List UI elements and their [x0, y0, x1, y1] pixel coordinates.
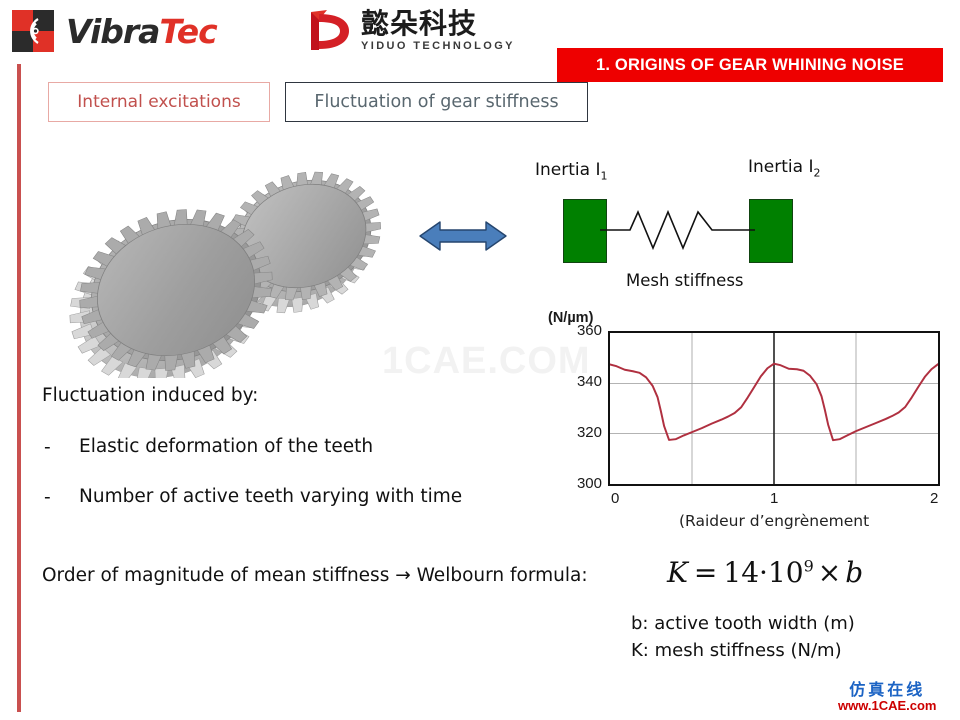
formula-coefficient: 14 — [723, 556, 760, 589]
slide-canvas: 1CAE.COM VibraTec 懿朵科技 YIDUO TECHNOLOGY … — [0, 0, 960, 720]
yiduo-chinese-name: 懿朵科技 — [361, 7, 478, 40]
formula-exponent: 9 — [803, 556, 814, 576]
mesh-stiffness-label: Mesh stiffness — [626, 271, 744, 290]
vibratec-word-tec: Tec — [159, 11, 217, 51]
crumb-fluctuation-label: Fluctuation of gear stiffness — [314, 92, 559, 112]
yiduo-text-block: 懿朵科技 YIDUO TECHNOLOGY — [361, 10, 515, 52]
crumb-internal-label: Internal excitations — [77, 92, 241, 112]
yiduo-logo: 懿朵科技 YIDUO TECHNOLOGY — [305, 8, 515, 54]
vibratec-logo: VibraTec — [12, 10, 218, 52]
crumb-fluctuation-of-gear-stiffness[interactable]: Fluctuation of gear stiffness — [285, 82, 588, 122]
formula-dot: · — [759, 556, 768, 589]
chart-y-axis: 360 340 320 300 — [552, 0, 602, 492]
section-title-banner: 1. ORIGINS OF GEAR WHINING NOISE — [557, 48, 943, 82]
crumb-internal-excitations[interactable]: Internal excitations — [48, 82, 270, 122]
chart-xtick-1: 1 — [770, 490, 779, 507]
formula-base: 10 — [767, 556, 804, 589]
formula-equals: = — [693, 556, 718, 589]
left-accent-rule — [17, 64, 21, 712]
bullet-2-dash: - — [44, 487, 51, 508]
coil-spring-icon — [600, 198, 755, 262]
chart-ytick-2: 320 — [576, 424, 602, 441]
chart-ytick-0: 360 — [576, 322, 602, 339]
chart-gridlines — [610, 333, 938, 484]
center-watermark: 1CAE.COM — [382, 340, 591, 382]
bullet-2-text: Number of active teeth varying with time — [79, 486, 463, 507]
vibratec-wordmark: VibraTec — [66, 11, 218, 51]
inertia-2-text: Inertia I — [748, 157, 814, 177]
formula-legend-k: K: mesh stiffness (N/m) — [631, 640, 842, 661]
intro-line: Fluctuation induced by: — [42, 385, 259, 406]
inertia-2-label: Inertia I2 — [748, 157, 820, 179]
formula-legend-b: b: active tooth width (m) — [631, 613, 855, 634]
chart-plot-area — [608, 331, 940, 486]
welbourn-intro-line: Order of magnitude of mean stiffness → W… — [42, 565, 588, 586]
formula-variable: b — [845, 556, 864, 589]
corner-watermark: 仿真在线 www.1CAE.com — [838, 680, 937, 713]
meshing-gears-icon — [46, 128, 406, 386]
chart-ytick-3: 300 — [576, 475, 602, 492]
chart-svg — [610, 333, 938, 484]
chart-xtick-2: 2 — [930, 490, 939, 507]
vibratec-word-vibra: Vibra — [66, 11, 160, 51]
yiduo-english-name: YIDUO TECHNOLOGY — [361, 40, 515, 52]
corner-watermark-url: www.1CAE.com — [838, 698, 937, 713]
radar-waves-icon — [12, 10, 54, 52]
formula-times: × — [817, 556, 842, 589]
yiduo-d-icon — [305, 8, 353, 54]
formula-lhs: K — [667, 556, 688, 589]
chart-ytick-1: 340 — [576, 373, 602, 390]
chart-x-axis-caption: (Raideur d’engrènement — [679, 512, 870, 530]
bullet-1-text: Elastic deformation of the teeth — [79, 436, 374, 457]
welbourn-formula: K = 14·109 × b — [667, 556, 863, 589]
section-title-text: 1. ORIGINS OF GEAR WHINING NOISE — [595, 55, 904, 74]
chart-xtick-0: 0 — [611, 490, 620, 507]
inertia-2-subscript: 2 — [813, 166, 821, 180]
double-headed-arrow-icon — [418, 215, 508, 257]
corner-watermark-cn: 仿真在线 — [849, 680, 926, 699]
bullet-1-dash: - — [44, 437, 51, 458]
inertia-2-block — [749, 199, 793, 263]
